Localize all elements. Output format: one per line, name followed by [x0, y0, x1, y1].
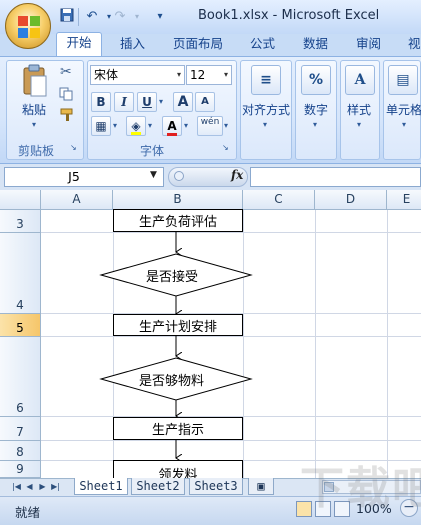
office-logo-icon — [18, 16, 40, 38]
font-size-dropdown-icon[interactable]: ▾ — [224, 66, 228, 84]
fill-color-dropdown-icon[interactable]: ▾ — [148, 121, 152, 130]
bold-button[interactable]: B — [91, 92, 111, 112]
fill-color-button[interactable]: ◈ — [126, 116, 146, 136]
underline-button[interactable]: U — [137, 92, 157, 112]
number-format-icon[interactable]: % — [301, 65, 331, 95]
first-sheet-icon[interactable]: |◀ — [11, 480, 22, 493]
redo-dropdown-icon[interactable]: ▾ — [127, 8, 147, 26]
cut-icon[interactable]: ✂ — [60, 64, 72, 80]
borders-button[interactable]: ▦ — [91, 116, 111, 136]
phonetic-button[interactable]: wén — [197, 116, 223, 136]
phonetic-icon: wén — [200, 117, 220, 127]
formula-input[interactable] — [250, 167, 421, 187]
sheet-tab-sheet1[interactable]: Sheet1 — [74, 478, 128, 495]
clipboard-group-label: 剪贴板 — [18, 144, 55, 158]
number-label[interactable]: 数字 — [304, 101, 328, 118]
flow-box-capacity[interactable]: 生产负荷评估 — [113, 209, 243, 232]
sheet-tab-sheet3[interactable]: Sheet3 — [189, 478, 243, 495]
font-color-dropdown-icon[interactable]: ▾ — [184, 121, 188, 130]
insert-function-button[interactable]: fx — [231, 168, 243, 182]
prev-sheet-icon[interactable]: ◀ — [24, 480, 35, 493]
clipboard-launcher-icon[interactable]: ↘ — [70, 143, 77, 152]
name-box-dropdown-icon[interactable]: ▼ — [150, 170, 157, 180]
font-name-dropdown-icon[interactable]: ▾ — [177, 66, 181, 84]
insert-sheet-icon: ▣ — [257, 479, 265, 493]
font-color-icon: A — [167, 120, 177, 136]
next-sheet-icon[interactable]: ▶ — [37, 480, 48, 493]
cells-dropdown-icon[interactable]: ▾ — [402, 120, 406, 129]
tab-formulas[interactable]: 公式 — [250, 34, 275, 56]
alignment-dropdown-icon[interactable]: ▾ — [263, 120, 267, 129]
sheet-tab-sheet2[interactable]: Sheet2 — [131, 478, 185, 495]
cells-icon[interactable]: ▤ — [388, 65, 418, 95]
format-painter-icon[interactable] — [60, 108, 76, 122]
flow-diamond-material-label: 是否够物料 — [139, 374, 205, 389]
underline-dropdown-icon[interactable]: ▾ — [159, 97, 163, 106]
alignment-label[interactable]: 对齐方式 — [242, 101, 290, 118]
font-size-combo[interactable]: 12 ▾ — [186, 65, 232, 85]
status-text: 就绪 — [15, 505, 41, 520]
save-icon[interactable] — [57, 8, 77, 26]
paste-dropdown-icon[interactable]: ▾ — [32, 120, 36, 129]
number-dropdown-icon[interactable]: ▾ — [313, 120, 317, 129]
tab-view[interactable]: 视 — [408, 34, 421, 56]
phonetic-dropdown-icon[interactable]: ▾ — [224, 121, 228, 130]
flow-box-instruction[interactable]: 生产指示 — [113, 417, 243, 440]
flow-diamond-accept-label: 是否接受 — [146, 270, 199, 285]
shrink-font-button[interactable]: A — [195, 92, 215, 112]
tab-review[interactable]: 审阅 — [356, 34, 381, 56]
insert-sheet-button[interactable]: ▣ — [248, 478, 274, 495]
copy-icon[interactable] — [59, 87, 73, 101]
customize-qat-icon[interactable]: ▾ — [150, 8, 170, 26]
alignment-icon[interactable]: ≡ — [251, 65, 281, 95]
font-name-value: 宋体 — [94, 68, 119, 82]
font-group-label: 字体 — [140, 144, 165, 158]
tab-home[interactable]: 开始 — [56, 32, 102, 56]
watermark: 下载吧 — [300, 463, 421, 514]
font-color-button[interactable]: A — [162, 116, 182, 136]
cells-label[interactable]: 单元格 — [386, 101, 421, 118]
styles-label[interactable]: 样式 — [347, 101, 371, 118]
styles-icon[interactable]: A — [345, 65, 375, 95]
fill-color-icon: ◈ — [131, 119, 141, 135]
font-launcher-icon[interactable]: ↘ — [222, 143, 229, 152]
font-size-value: 12 — [190, 68, 206, 82]
name-box[interactable]: J5 — [4, 167, 164, 187]
paste-label[interactable]: 粘贴 — [22, 101, 46, 118]
tab-page-layout[interactable]: 页面布局 — [173, 34, 223, 56]
borders-dropdown-icon[interactable]: ▾ — [113, 121, 117, 130]
office-button[interactable] — [5, 3, 51, 49]
window-title: Book1.xlsx - Microsoft Excel — [198, 8, 380, 23]
grow-font-button[interactable]: A — [173, 92, 193, 112]
tab-insert[interactable]: 插入 — [120, 34, 145, 56]
qat-separator — [78, 8, 79, 26]
italic-button[interactable]: I — [114, 92, 134, 112]
formula-bar-handle-icon[interactable] — [174, 171, 184, 181]
font-name-combo[interactable]: 宋体 ▾ — [90, 65, 185, 85]
last-sheet-icon[interactable]: ▶| — [50, 480, 61, 493]
borders-icon: ▦ — [95, 119, 107, 133]
tab-data[interactable]: 数据 — [303, 34, 328, 56]
paste-icon[interactable] — [22, 64, 48, 98]
flow-box-plan[interactable]: 生产计划安排 — [113, 314, 243, 336]
styles-dropdown-icon[interactable]: ▾ — [357, 120, 361, 129]
